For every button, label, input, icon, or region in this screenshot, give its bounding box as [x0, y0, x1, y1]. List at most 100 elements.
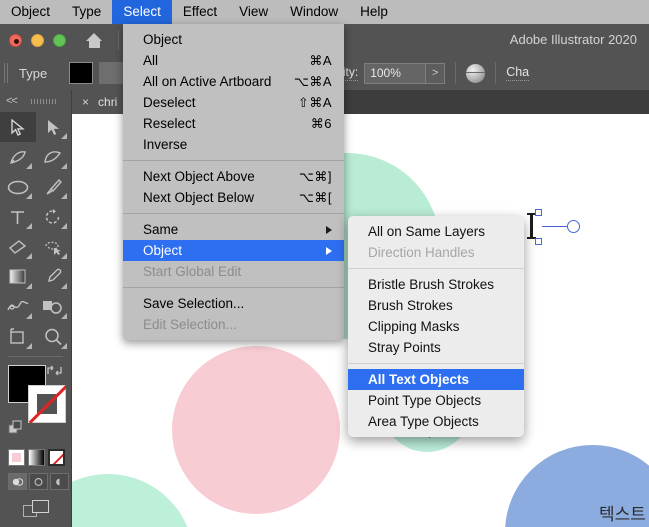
width-tool[interactable]: [0, 292, 36, 322]
menu-item-label: Object: [143, 243, 183, 258]
direct-selection-tool[interactable]: [36, 112, 72, 142]
curvature-tool[interactable]: [36, 142, 72, 172]
close-icon[interactable]: ×: [82, 96, 89, 108]
default-fill-stroke-icon[interactable]: [8, 420, 24, 441]
tool-more-triangle-icon: [61, 253, 67, 259]
home-button[interactable]: [82, 28, 106, 52]
gradient-tool[interactable]: [0, 262, 36, 292]
menubar-item-object[interactable]: Object: [0, 0, 61, 24]
submenu-item-brush-strokes[interactable]: Brush Strokes: [348, 295, 524, 316]
close-button[interactable]: [9, 33, 22, 47]
menu-item-same[interactable]: Same: [123, 219, 344, 240]
eraser-tool[interactable]: [0, 232, 36, 262]
menubar-item-type[interactable]: Type: [61, 0, 112, 24]
menu-item-object-top[interactable]: Object: [123, 29, 344, 50]
opacity-input[interactable]: 100%: [364, 62, 427, 84]
menu-item-label: All Text Objects: [368, 372, 470, 387]
tool-more-triangle-icon: [61, 133, 67, 139]
swap-fill-stroke-icon[interactable]: [46, 363, 63, 383]
menubar-item-view[interactable]: View: [228, 0, 279, 24]
submenu-item-all-text-objects[interactable]: All Text Objects: [348, 369, 524, 390]
submenu-item-direction-handles: Direction Handles: [348, 242, 524, 263]
zoom-button[interactable]: [53, 33, 66, 47]
menu-item-inverse[interactable]: Inverse: [123, 134, 344, 155]
tools-panel: <<: [0, 90, 72, 527]
fill-swatch-button[interactable]: [69, 62, 94, 84]
shape-builder-tool[interactable]: [36, 292, 72, 322]
zoom-tool[interactable]: [36, 322, 72, 352]
submenu-item-stray-points[interactable]: Stray Points: [348, 337, 524, 358]
circle-green-2[interactable]: [72, 474, 194, 527]
selection-rotate-handle[interactable]: [567, 220, 580, 233]
draw-inside-button[interactable]: [50, 473, 69, 490]
ellipse-tool[interactable]: [0, 172, 36, 202]
menu-item-label: All on Active Artboard: [143, 74, 272, 89]
character-panel-link[interactable]: Cha: [506, 65, 530, 81]
selection-handle-top[interactable]: [535, 209, 542, 216]
menu-item-shortcut: ⌥⌘[: [298, 189, 332, 205]
tool-more-triangle-icon: [61, 193, 67, 199]
text-object-2[interactable]: 텍스트: [599, 500, 646, 525]
circle-pink-1[interactable]: [172, 346, 340, 514]
menu-item-next-object-below[interactable]: Next Object Below ⌥⌘[: [123, 187, 344, 208]
menu-item-all-on-active-artboard[interactable]: All on Active Artboard ⌥⌘A: [123, 71, 344, 92]
menu-item-all[interactable]: All ⌘A: [123, 50, 344, 71]
tool-more-triangle-icon: [25, 343, 32, 349]
menu-item-label: Next Object Above: [143, 169, 255, 184]
screen-mode-button[interactable]: [22, 500, 49, 518]
tool-more-triangle-icon: [25, 223, 32, 229]
draw-behind-button[interactable]: [29, 473, 48, 490]
submenu-item-clipping-masks[interactable]: Clipping Masks: [348, 316, 524, 337]
submenu-item-all-on-same-layers[interactable]: All on Same Layers: [348, 221, 524, 242]
paintbrush-tool[interactable]: [36, 172, 72, 202]
tools-panel-header: <<: [0, 90, 71, 112]
menu-separator: [123, 160, 344, 161]
menubar-item-select[interactable]: Select: [112, 0, 172, 24]
recolor-artwork-icon[interactable]: [466, 63, 486, 83]
stroke-none-slash-icon: [28, 385, 66, 423]
menubar-item-effect[interactable]: Effect: [172, 0, 228, 24]
collapse-panel-button[interactable]: <<: [6, 95, 18, 107]
text-cursor-widget[interactable]: [524, 209, 600, 249]
selection-handle-bottom[interactable]: [535, 238, 542, 245]
lasso-tool[interactable]: [36, 232, 72, 262]
menu-item-shortcut: ⌘A: [309, 52, 332, 68]
selection-tool[interactable]: [0, 112, 36, 142]
submenu-item-point-type-objects[interactable]: Point Type Objects: [348, 390, 524, 411]
tool-more-triangle-icon: [25, 313, 32, 319]
submenu-item-bristle-brush-strokes[interactable]: Bristle Brush Strokes: [348, 274, 524, 295]
menubar-item-help[interactable]: Help: [349, 0, 399, 24]
menu-separator: [123, 287, 344, 288]
menu-item-object[interactable]: Object: [123, 240, 344, 261]
menu-item-label: Edit Selection...: [143, 317, 237, 332]
menubar-item-window[interactable]: Window: [279, 0, 349, 24]
menu-item-label: Object: [143, 32, 183, 47]
menu-item-label: Clipping Masks: [368, 319, 460, 334]
optionsbar-grip[interactable]: [4, 63, 10, 83]
menu-item-next-object-above[interactable]: Next Object Above ⌥⌘]: [123, 166, 344, 187]
optionsbar-divider-3: [495, 62, 497, 84]
color-mode-gradient[interactable]: [28, 449, 45, 466]
eyedropper-tool[interactable]: [36, 262, 72, 292]
chevron-right-icon: [326, 225, 332, 234]
menu-item-deselect[interactable]: Deselect ⇧⌘A: [123, 92, 344, 113]
opacity-stepper[interactable]: >: [426, 62, 446, 84]
draw-normal-button[interactable]: [8, 473, 27, 490]
submenu-item-area-type-objects[interactable]: Area Type Objects: [348, 411, 524, 432]
tool-more-triangle-icon: [61, 283, 67, 289]
pen-tool[interactable]: [0, 142, 36, 172]
menu-item-reselect[interactable]: Reselect ⌘6: [123, 113, 344, 134]
rotate-tool[interactable]: [36, 202, 72, 232]
menu-item-edit-selection: Edit Selection...: [123, 314, 344, 335]
menu-item-label: Point Type Objects: [368, 393, 482, 408]
color-mode-flat[interactable]: [8, 449, 25, 466]
macos-menubar: Object Type Select Effect View Window He…: [0, 0, 649, 24]
menu-item-label: Bristle Brush Strokes: [368, 277, 495, 292]
tools-panel-grip[interactable]: [30, 98, 57, 104]
type-tool[interactable]: [0, 202, 36, 232]
menu-item-save-selection[interactable]: Save Selection...: [123, 293, 344, 314]
color-mode-none[interactable]: [48, 449, 65, 466]
artboard-tool[interactable]: [0, 322, 36, 352]
home-icon: [85, 32, 103, 48]
minimize-button[interactable]: [31, 33, 44, 47]
